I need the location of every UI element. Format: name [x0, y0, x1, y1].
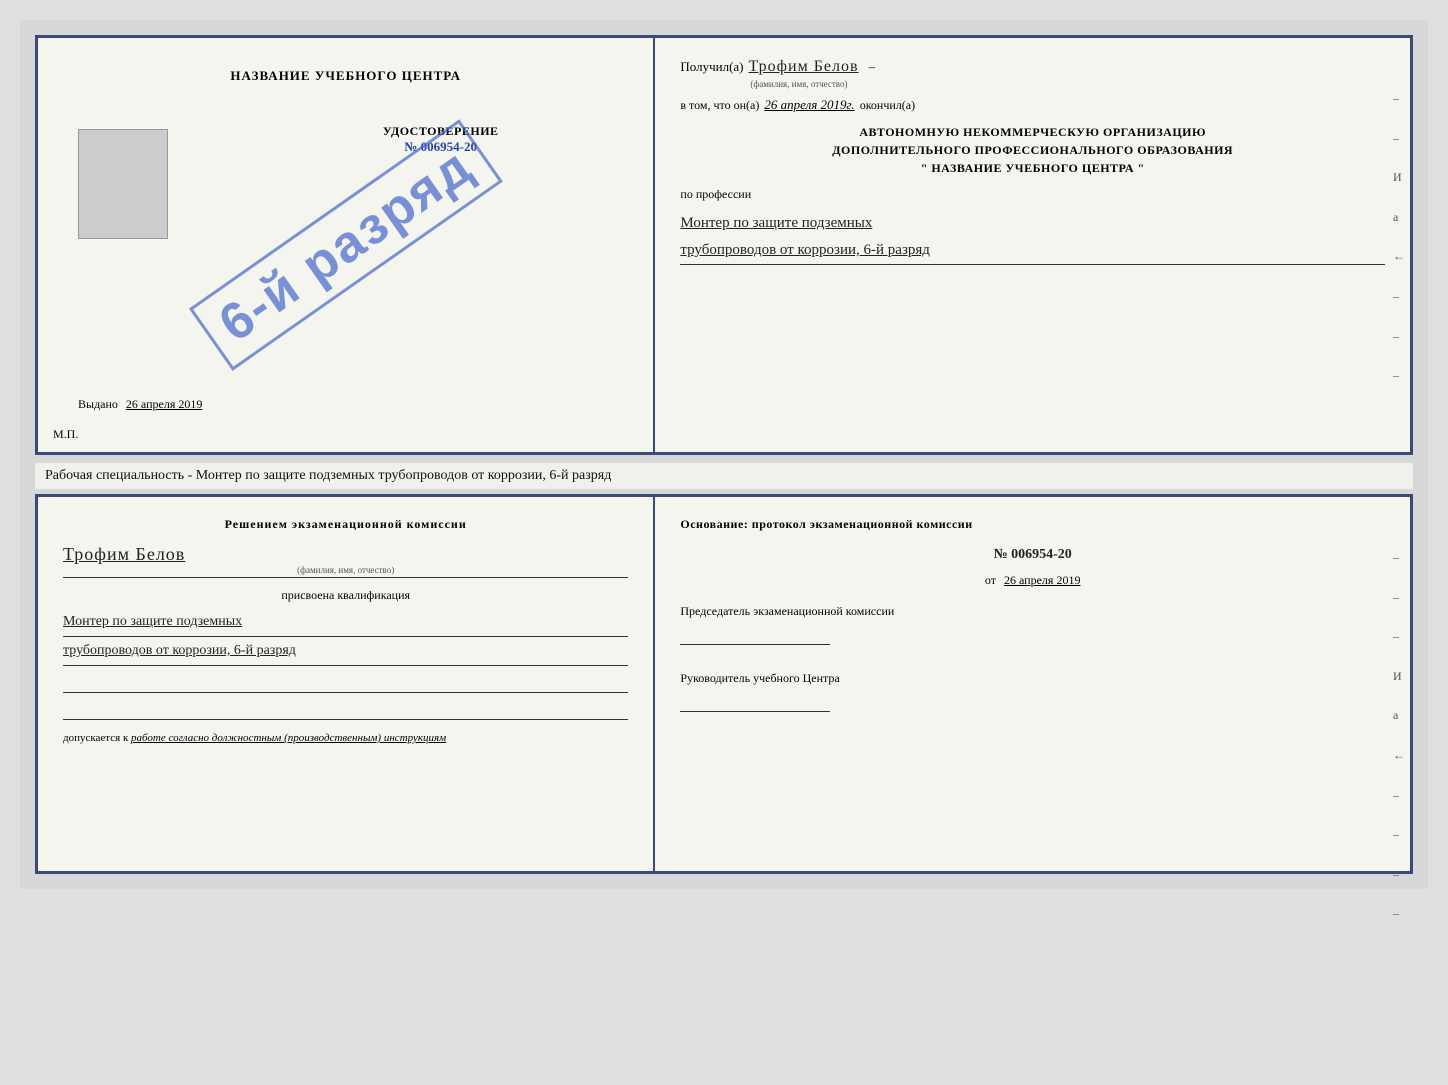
vydano-label: Выдано — [78, 397, 118, 411]
chairman-signature-line — [680, 625, 830, 645]
bottom-name-subtitle: (фамилия, имя, отчество) — [63, 565, 628, 575]
cert-top-title: НАЗВАНИЕ УЧЕБНОГО ЦЕНТРА — [230, 68, 461, 84]
cert-right-panel: – – И а ← – – – Получил(а) Трофим Белов … — [655, 38, 1410, 452]
bottom-recipient-name: Трофим Белов — [63, 544, 185, 564]
empty-line-1 — [63, 671, 628, 693]
vtom-line: в том, что он(а) 26 апреля 2019г. окончи… — [680, 97, 1385, 113]
dopuskaetsya-block: допускается к работе согласно должностны… — [63, 732, 628, 744]
org-line3: " НАЗВАНИЕ УЧЕБНОГО ЦЕНТРА " — [680, 159, 1385, 177]
bottom-certificate: Решением экзаменационной комиссии Трофим… — [35, 494, 1413, 874]
ot-prefix: от — [985, 573, 996, 587]
dopuskaetsya-label: допускается к — [63, 732, 128, 744]
bottom-profession-line1: Монтер по защите подземных — [63, 608, 628, 637]
top-certificate: НАЗВАНИЕ УЧЕБНОГО ЦЕНТРА УДОСТОВЕРЕНИЕ №… — [35, 35, 1413, 455]
name-subtitle-top: (фамилия, имя, отчество) — [750, 79, 1385, 89]
osnovanie-label: Основание: протокол экзаменационной коми… — [680, 517, 1385, 532]
page-container: НАЗВАНИЕ УЧЕБНОГО ЦЕНТРА УДОСТОВЕРЕНИЕ №… — [20, 20, 1428, 889]
rukovoditel-signature-line — [680, 692, 830, 712]
okonchil-label: окончил(а) — [860, 98, 915, 113]
org-line2: ДОПОЛНИТЕЛЬНОГО ПРОФЕССИОНАЛЬНОГО ОБРАЗО… — [680, 141, 1385, 159]
bottom-left-panel: Решением экзаменационной комиссии Трофим… — [38, 497, 655, 871]
org-block: АВТОНОМНУЮ НЕКОММЕРЧЕСКУЮ ОРГАНИЗАЦИЮ ДО… — [680, 123, 1385, 177]
bottom-profession-block: Монтер по защите подземных трубопроводов… — [63, 608, 628, 666]
bottom-name-block: Трофим Белов (фамилия, имя, отчество) — [63, 544, 628, 578]
protocol-date: 26 апреля 2019 — [1004, 573, 1080, 587]
profession-line1: Монтер по защите подземных — [680, 210, 1385, 237]
dopusk-text: работе согласно должностным (производств… — [131, 732, 446, 744]
udost-number: № 006954-20 — [258, 139, 623, 155]
ot-date: от 26 апреля 2019 — [680, 573, 1385, 588]
rukovoditel-title: Руководитель учебного Центра — [680, 670, 1385, 687]
po-professii: по профессии — [680, 187, 1385, 202]
poluchil-line: Получил(а) Трофим Белов – — [680, 58, 1385, 76]
vydano-date: 26 апреля 2019 — [126, 397, 202, 411]
recipient-name: Трофим Белов — [749, 58, 859, 76]
profession-block: Монтер по защите подземных трубопроводов… — [680, 210, 1385, 265]
resheniem-title: Решением экзаменационной комиссии — [63, 517, 628, 532]
org-line1: АВТОНОМНУЮ НЕКОММЕРЧЕСКУЮ ОРГАНИЗАЦИЮ — [680, 123, 1385, 141]
chairman-title: Председатель экзаменационной комиссии — [680, 603, 1385, 620]
udost-block: УДОСТОВЕРЕНИЕ № 006954-20 — [258, 124, 623, 155]
cert-left-panel: НАЗВАНИЕ УЧЕБНОГО ЦЕНТРА УДОСТОВЕРЕНИЕ №… — [38, 38, 655, 452]
caption-between: Рабочая специальность - Монтер по защите… — [35, 463, 1413, 489]
vtom-date: 26 апреля 2019г. — [764, 97, 854, 113]
bottom-right-panel: – – – И а ← – – – – Основание: протокол … — [655, 497, 1410, 871]
prisvoena-label: присвоена квалификация — [63, 588, 628, 603]
poluchil-label: Получил(а) — [680, 59, 743, 75]
photo-placeholder — [78, 129, 168, 239]
vydano-block: Выдано 26 апреля 2019 — [78, 397, 623, 412]
udost-title: УДОСТОВЕРЕНИЕ — [258, 124, 623, 139]
profession-line2: трубопроводов от коррозии, 6-й разряд — [680, 237, 1385, 265]
mp-text: М.П. — [53, 427, 78, 442]
right-side-marks2: – – – И а ← – – – – — [1393, 547, 1405, 925]
protocol-number: № 006954-20 — [680, 547, 1385, 563]
vtom-label: в том, что он(а) — [680, 98, 759, 113]
dash-after-name: – — [869, 59, 876, 75]
rukovoditel-block: Руководитель учебного Центра — [680, 670, 1385, 712]
bottom-profession-line2: трубопроводов от коррозии, 6-й разряд — [63, 637, 628, 666]
right-side-marks: – – И а ← – – – — [1393, 88, 1405, 387]
empty-line-2 — [63, 698, 628, 720]
caption-text: Рабочая специальность - Монтер по защите… — [45, 468, 611, 483]
chairman-block: Председатель экзаменационной комиссии — [680, 603, 1385, 645]
